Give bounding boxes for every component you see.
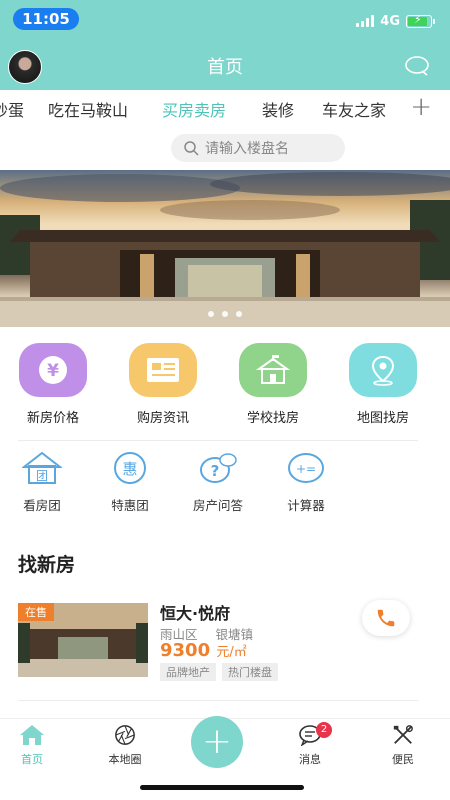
quick-action-housing-news[interactable]: 购房资讯 bbox=[118, 343, 208, 426]
status-badge: 在售 bbox=[18, 603, 54, 621]
calculator-icon: += bbox=[288, 453, 324, 483]
unread-badge: 2 bbox=[316, 722, 332, 738]
map-pin-icon bbox=[349, 343, 417, 397]
tabbar-messages[interactable]: 2 消息 bbox=[280, 722, 340, 767]
property-listing[interactable]: 在售 恒大·悦府 雨山区 银塘镇 9300 元/㎡ 品牌地产 热门楼盘 bbox=[18, 600, 418, 681]
tag: 热门楼盘 bbox=[222, 663, 278, 681]
call-button[interactable] bbox=[362, 600, 410, 636]
tab-item[interactable]: 吃在马鞍山 bbox=[48, 97, 128, 121]
banner-carousel[interactable] bbox=[0, 170, 450, 327]
divider bbox=[18, 440, 418, 441]
quick-action-school-house[interactable]: 学校找房 bbox=[228, 343, 318, 426]
tab-item[interactable]: 车友之家 bbox=[322, 97, 386, 121]
divider bbox=[18, 700, 418, 701]
tab-item-active[interactable]: 买房卖房 bbox=[162, 97, 226, 121]
sub-action-calculator[interactable]: += 计算器 bbox=[266, 451, 346, 514]
carousel-dots bbox=[0, 311, 450, 317]
property-tags: 品牌地产 热门楼盘 bbox=[160, 663, 278, 681]
banner-image bbox=[0, 170, 450, 327]
school-icon bbox=[239, 343, 307, 397]
news-icon bbox=[129, 343, 197, 397]
sub-action-house-tour[interactable]: 团 看房团 bbox=[2, 451, 82, 514]
status-bar: 11:05 4G ⚡ bbox=[0, 0, 450, 40]
sub-action-discount-group[interactable]: 惠 特惠团 bbox=[90, 451, 170, 514]
battery-icon: ⚡ bbox=[406, 13, 435, 28]
chat-bubble-icon[interactable] bbox=[404, 55, 430, 77]
home-indicator bbox=[140, 785, 304, 790]
tabbar-home[interactable]: 首页 bbox=[2, 724, 62, 767]
home-icon bbox=[20, 725, 44, 745]
discount-icon: 惠 bbox=[114, 452, 146, 484]
search-input[interactable]: 请输入楼盘名 bbox=[171, 134, 345, 162]
search-placeholder: 请输入楼盘名 bbox=[205, 141, 289, 157]
plus-icon: + bbox=[201, 721, 233, 762]
svg-text:?: ? bbox=[211, 462, 220, 480]
channel-tabs: 炒蛋 吃在马鞍山 买房卖房 装修 车友之家 + bbox=[0, 90, 450, 128]
secondary-actions: 团 看房团 惠 特惠团 ? 房产问答 += 计算器 bbox=[0, 451, 450, 514]
page-title: 首页 bbox=[207, 57, 243, 78]
phone-icon bbox=[377, 609, 395, 627]
quick-action-new-house-price[interactable]: ¥ 新房价格 bbox=[8, 343, 98, 426]
tab-item[interactable]: 炒蛋 bbox=[0, 97, 24, 121]
app-header: 首页 bbox=[0, 40, 450, 90]
add-tab-button[interactable]: + bbox=[410, 92, 432, 122]
property-price: 9300 元/㎡ bbox=[160, 640, 247, 661]
property-name: 恒大·悦府 bbox=[160, 604, 231, 623]
property-thumbnail: 在售 bbox=[18, 603, 148, 677]
group-house-icon: 团 bbox=[21, 451, 63, 484]
svg-text:+=: += bbox=[296, 462, 316, 476]
search-icon bbox=[184, 141, 199, 156]
aperture-icon bbox=[115, 725, 135, 745]
tabbar-local-circle[interactable]: 本地圈 bbox=[95, 724, 155, 767]
tab-item[interactable]: 装修 bbox=[262, 97, 294, 121]
question-icon: ? bbox=[200, 453, 237, 483]
post-plus-button[interactable]: + bbox=[191, 716, 243, 768]
svg-text:惠: 惠 bbox=[122, 460, 137, 478]
quick-actions: ¥ 新房价格 购房资讯 学校找房 地图找房 bbox=[0, 343, 450, 433]
sub-action-qa[interactable]: ? 房产问答 bbox=[178, 451, 258, 514]
status-time: 11:05 bbox=[13, 8, 79, 30]
yen-icon: ¥ bbox=[19, 343, 87, 397]
tag: 品牌地产 bbox=[160, 663, 216, 681]
network-type: 4G bbox=[380, 13, 400, 29]
svg-text:¥: ¥ bbox=[47, 361, 59, 381]
svg-text:团: 团 bbox=[36, 469, 48, 483]
tools-icon bbox=[393, 725, 413, 744]
quick-action-map-house[interactable]: 地图找房 bbox=[338, 343, 428, 426]
signal-icon bbox=[356, 15, 375, 27]
section-title: 找新房 bbox=[18, 554, 76, 576]
tabbar-services[interactable]: 便民 bbox=[373, 724, 433, 767]
